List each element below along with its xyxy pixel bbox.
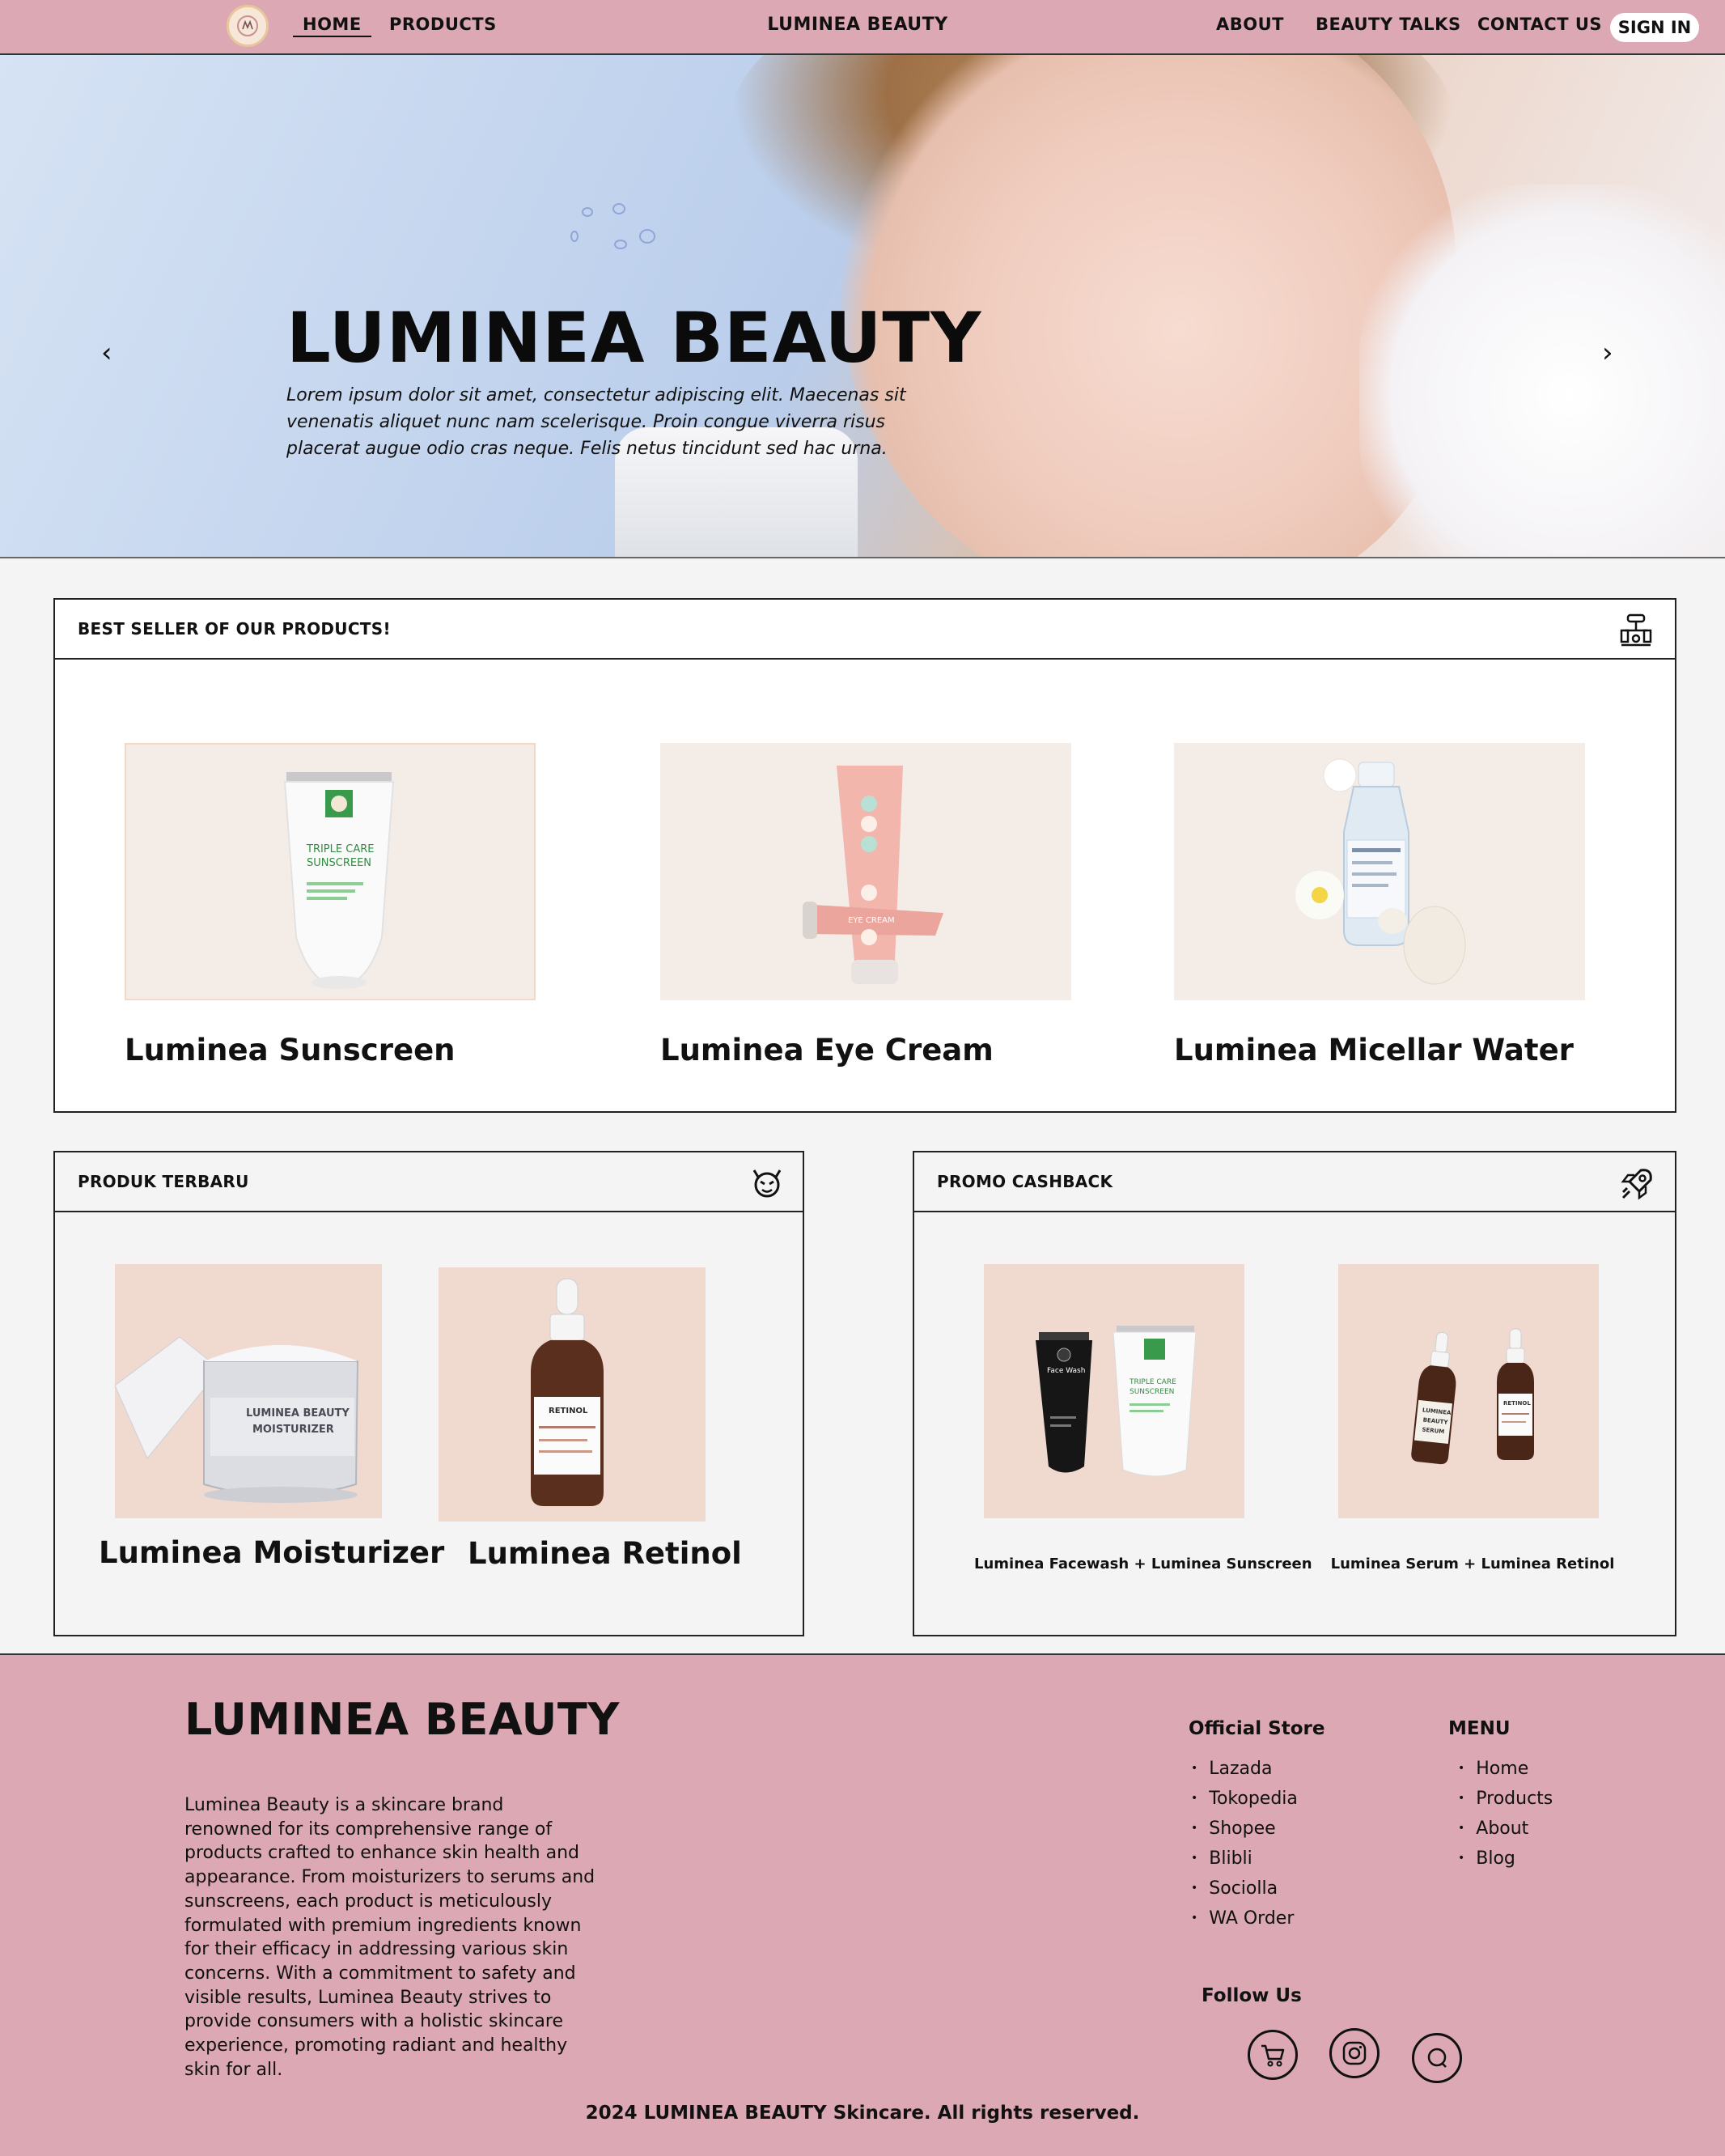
shopping-cart-icon[interactable] [1248, 2030, 1298, 2080]
best-seller-name[interactable]: Luminea Micellar Water [1174, 1033, 1574, 1067]
nav-beauty-talks-link[interactable]: BEAUTY TALKS [1316, 15, 1461, 34]
store-link-lazada[interactable]: Lazada [1191, 1754, 1298, 1784]
svg-text:TRIPLE CARE: TRIPLE CARE [306, 843, 374, 855]
eye-cream-image[interactable]: EYE CREAM [660, 743, 1071, 1000]
official-store-heading: Official Store [1189, 1718, 1325, 1739]
footer-menu-list: Home Products About Blog [1458, 1754, 1553, 1874]
hero-model-shirt [1359, 185, 1725, 557]
best-seller-name[interactable]: Luminea Sunscreen [125, 1033, 456, 1067]
best-seller-header: BEST SELLER OF OUR PRODUCTS! [55, 600, 1675, 660]
micellar-water-image[interactable] [1174, 743, 1585, 1000]
svg-text:RETINOL: RETINOL [549, 1407, 588, 1415]
store-link-blibli[interactable]: Blibli [1191, 1844, 1298, 1874]
top-navbar: HOME PRODUCTS LUMINEA BEAUTY ABOUT BEAUT… [0, 0, 1725, 55]
svg-text:MOISTURIZER: MOISTURIZER [252, 1424, 334, 1436]
footer-description: Luminea Beauty is a skincare brand renow… [184, 1795, 595, 2080]
newest-product-name[interactable]: Luminea Moisturizer [99, 1535, 444, 1570]
hero-banner: ‹ › LUMINEA BEAUTY Lorem ipsum dolor sit… [0, 55, 1725, 558]
store-link-shopee[interactable]: Shopee [1191, 1814, 1298, 1844]
official-store-list: Lazada Tokopedia Shopee Blibli Sociolla … [1191, 1754, 1298, 1933]
newest-products-heading: PRODUK TERBARU [78, 1172, 249, 1191]
svg-text:LUMINEA BEAUTY: LUMINEA BEAUTY [246, 1407, 350, 1420]
footer: LUMINEA BEAUTY Luminea Beauty is a skinc… [0, 1653, 1725, 2156]
promo-product-name[interactable]: Luminea Serum + Luminea Retinol [1311, 1555, 1634, 1572]
store-link-wa-order[interactable]: WA Order [1191, 1903, 1298, 1933]
svg-text:TRIPLE CARE: TRIPLE CARE [1129, 1378, 1176, 1386]
hero-next-arrow-icon[interactable]: › [1602, 337, 1613, 369]
footer-menu-about[interactable]: About [1458, 1814, 1553, 1844]
footer-menu-blog[interactable]: Blog [1458, 1844, 1553, 1874]
promo-cashback-heading: PROMO CASHBACK [937, 1172, 1113, 1191]
promo-cashback-header: PROMO CASHBACK [914, 1152, 1675, 1212]
menu-heading: MENU [1448, 1718, 1511, 1739]
facewash-sunscreen-image[interactable]: Face Wash TRIPLE CARE SUNSCREEN [984, 1264, 1244, 1518]
robot-icon [1620, 613, 1652, 647]
instagram-icon[interactable] [1329, 2028, 1380, 2078]
best-seller-panel: BEST SELLER OF OUR PRODUCTS! TRIPLE CARE… [53, 598, 1676, 1113]
newest-products-panel: PRODUK TERBARU LUMINEA BEAUTY MOISTURIZE… [53, 1151, 804, 1636]
footer-brand-title: LUMINEA BEAUTY [184, 1694, 620, 1745]
sunscreen-image[interactable]: TRIPLE CARE SUNSCREEN [125, 743, 536, 1000]
hero-title: LUMINEA BEAUTY [286, 298, 982, 379]
store-link-sociolla[interactable]: Sociolla [1191, 1874, 1298, 1903]
chat-bubble-icon[interactable] [1412, 2033, 1462, 2083]
promo-card-facewash-sunscreen[interactable]: Face Wash TRIPLE CARE SUNSCREEN Luminea … [974, 1264, 1312, 1604]
best-seller-card-eye-cream[interactable]: EYE CREAM Luminea Eye Cream [660, 743, 1073, 1083]
hero-prev-arrow-icon[interactable]: ‹ [101, 337, 112, 369]
water-droplets-icon [570, 203, 655, 249]
retinol-image[interactable]: RETINOL [439, 1267, 706, 1522]
best-seller-card-sunscreen[interactable]: TRIPLE CARE SUNSCREEN Luminea Sunscreen [125, 743, 537, 1083]
newest-card-moisturizer[interactable]: LUMINEA BEAUTY MOISTURIZER Luminea Moist… [99, 1264, 444, 1604]
newest-card-retinol[interactable]: RETINOL Luminea Retinol [439, 1267, 742, 1607]
footer-menu-products[interactable]: Products [1458, 1784, 1553, 1814]
svg-text:Face Wash: Face Wash [1047, 1367, 1085, 1375]
serum-retinol-image[interactable]: LUMINEA BEAUTY SERUM RETINOL [1338, 1264, 1599, 1518]
nav-about-link[interactable]: ABOUT [1216, 15, 1284, 34]
promo-product-name[interactable]: Luminea Facewash + Luminea Sunscreen [974, 1555, 1312, 1572]
footer-menu-home[interactable]: Home [1458, 1754, 1553, 1784]
svg-text:SUNSCREEN: SUNSCREEN [1130, 1388, 1174, 1396]
store-link-tokopedia[interactable]: Tokopedia [1191, 1784, 1298, 1814]
svg-text:RETINOL: RETINOL [1503, 1400, 1531, 1407]
newest-products-header: PRODUK TERBARU [55, 1152, 803, 1212]
hero-subtitle: Lorem ipsum dolor sit amet, consectetur … [286, 385, 906, 459]
follow-us-heading: Follow Us [1202, 1985, 1302, 2006]
nav-contact-link[interactable]: CONTACT US [1477, 15, 1602, 34]
svg-text:SUNSCREEN: SUNSCREEN [307, 857, 371, 869]
best-seller-heading: BEST SELLER OF OUR PRODUCTS! [78, 619, 391, 639]
promo-card-serum-retinol[interactable]: LUMINEA BEAUTY SERUM RETINOL Luminea Ser… [1331, 1264, 1662, 1604]
copyright-text: 2024 LUMINEA BEAUTY Skincare. All rights… [585, 2103, 1140, 2124]
newest-product-name[interactable]: Luminea Retinol [468, 1536, 742, 1571]
sign-in-button[interactable]: SIGN IN [1610, 13, 1699, 42]
promo-cashback-panel: PROMO CASHBACK Face Wash TRIPLE CARE SUN… [913, 1151, 1676, 1636]
devil-face-icon [752, 1169, 782, 1198]
svg-text:EYE CREAM: EYE CREAM [848, 916, 895, 925]
rocket-icon [1621, 1169, 1652, 1200]
best-seller-card-micellar-water[interactable]: Luminea Micellar Water [1174, 743, 1595, 1083]
moisturizer-image[interactable]: LUMINEA BEAUTY MOISTURIZER [115, 1264, 382, 1518]
best-seller-name[interactable]: Luminea Eye Cream [660, 1033, 994, 1067]
